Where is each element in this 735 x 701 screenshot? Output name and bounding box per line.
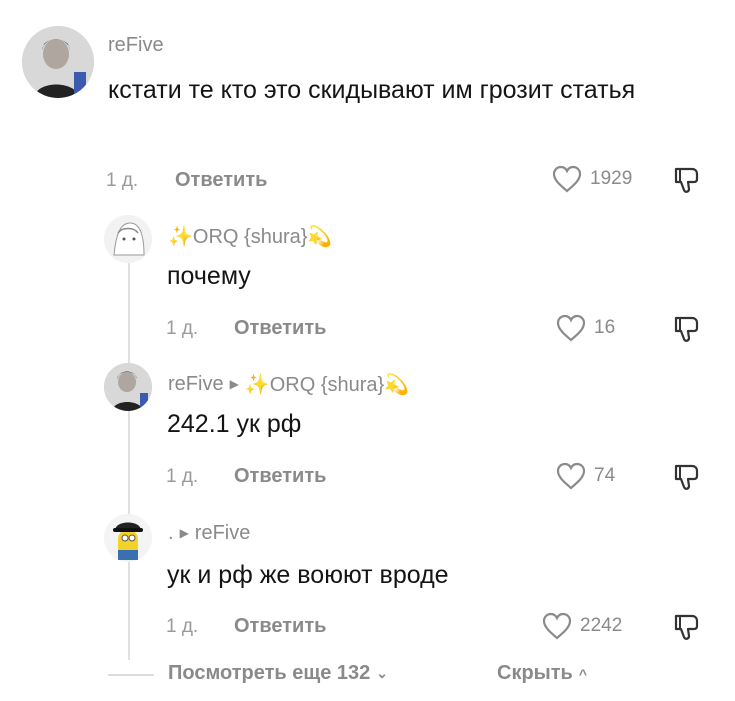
avatar[interactable] xyxy=(104,363,152,411)
thumbs-down-icon xyxy=(674,167,699,193)
thumbs-down-icon xyxy=(674,464,699,490)
comment-age: 1 д. xyxy=(106,170,139,191)
comment-text: 242.1 ук рф xyxy=(167,410,302,438)
avatar[interactable] xyxy=(104,215,152,263)
chevron-up-icon: ^ xyxy=(578,665,588,682)
heart-icon xyxy=(556,462,586,490)
comment-text: ук и рф же воюют вроде xyxy=(167,561,449,589)
comment-text: кстати те кто это скидывают им грозит ст… xyxy=(108,76,636,104)
like-count: 2242 xyxy=(580,615,623,636)
comment-age: 1 д. xyxy=(166,318,199,339)
footer-divider xyxy=(108,674,154,676)
heart-icon xyxy=(552,165,582,193)
like-count: 74 xyxy=(594,465,616,486)
heart-icon xyxy=(542,612,572,640)
reply-button[interactable]: Ответить xyxy=(175,169,267,192)
reply-to-username[interactable]: ✨ORQ {shura}💫 xyxy=(245,372,409,397)
dislike-button[interactable] xyxy=(672,314,702,349)
like-count: 1929 xyxy=(590,168,633,189)
thumbs-down-icon xyxy=(674,316,699,342)
reply-button[interactable]: Ответить xyxy=(234,465,326,488)
thumbs-down-icon xyxy=(674,614,699,640)
reply-header: reFive ▶ ✨ORQ {shura}💫 xyxy=(168,372,409,397)
like-button[interactable]: 2242 xyxy=(542,612,622,640)
hide-replies-button[interactable]: Скрыть ^ xyxy=(497,662,587,685)
reply-button[interactable]: Ответить xyxy=(234,615,326,638)
comment-age: 1 д. xyxy=(166,616,199,637)
comment-text: почему xyxy=(167,262,251,290)
comment-username[interactable]: . xyxy=(168,522,174,545)
dislike-button[interactable] xyxy=(672,612,702,647)
chevron-down-icon: ⌄ xyxy=(376,665,388,681)
comment-age: 1 д. xyxy=(166,466,199,487)
reply-button[interactable]: Ответить xyxy=(234,317,326,340)
like-button[interactable]: 16 xyxy=(556,314,615,342)
comment-username[interactable]: reFive xyxy=(108,34,164,57)
dislike-button[interactable] xyxy=(672,165,702,200)
reply-arrow-icon: ▶ xyxy=(179,525,189,540)
comment-username[interactable]: reFive xyxy=(168,373,224,396)
reply-to-username[interactable]: reFive xyxy=(195,522,251,545)
avatar[interactable] xyxy=(104,514,152,562)
comment-username[interactable]: ✨ORQ {shura}💫 xyxy=(168,224,332,249)
heart-icon xyxy=(556,314,586,342)
reply-header: . ▶ reFive xyxy=(168,522,250,545)
like-button[interactable]: 74 xyxy=(556,462,615,490)
view-more-replies-button[interactable]: Посмотреть еще 132 ⌄ xyxy=(168,662,388,685)
avatar[interactable] xyxy=(22,26,94,98)
dislike-button[interactable] xyxy=(672,462,702,497)
like-button[interactable]: 1929 xyxy=(552,165,632,193)
like-count: 16 xyxy=(594,317,616,338)
reply-arrow-icon: ▶ xyxy=(229,376,239,391)
thread-line xyxy=(128,220,130,660)
